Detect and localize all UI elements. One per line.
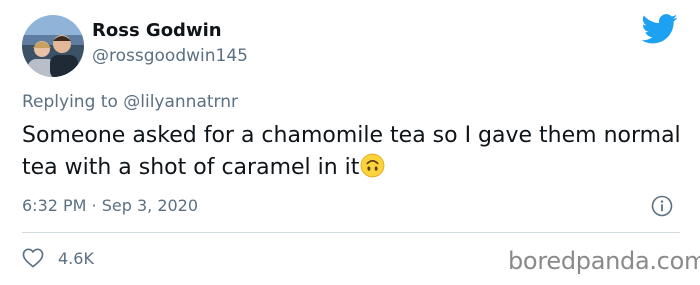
tweet-timestamp[interactable]: 6:32 PM · Sep 3, 2020 xyxy=(22,196,198,215)
upside-down-face-icon xyxy=(360,153,385,178)
tweet-body: Someone asked for a chamomile tea so I g… xyxy=(22,120,682,184)
like-count: 4.6K xyxy=(58,248,94,268)
twitter-bird-icon[interactable] xyxy=(641,14,678,44)
replying-to-prefix: Replying to xyxy=(22,92,124,112)
divider xyxy=(22,232,680,233)
info-icon[interactable] xyxy=(651,195,673,217)
tweet-card: Ross Godwin @rossgoodwin145 Replying to … xyxy=(0,0,700,285)
reply-mention-link[interactable]: @lilyannatrnr xyxy=(123,92,238,112)
tweet-text: Someone asked for a chamomile tea so I g… xyxy=(22,123,681,180)
avatar[interactable] xyxy=(22,15,84,77)
author-display-name[interactable]: Ross Godwin xyxy=(92,20,222,41)
replying-to: Replying to @lilyannatrnr xyxy=(22,92,238,112)
author-handle[interactable]: @rossgoodwin145 xyxy=(92,46,248,66)
watermark: boredpanda.com xyxy=(508,247,700,275)
like-button[interactable]: 4.6K xyxy=(22,247,94,269)
heart-icon xyxy=(22,248,44,268)
